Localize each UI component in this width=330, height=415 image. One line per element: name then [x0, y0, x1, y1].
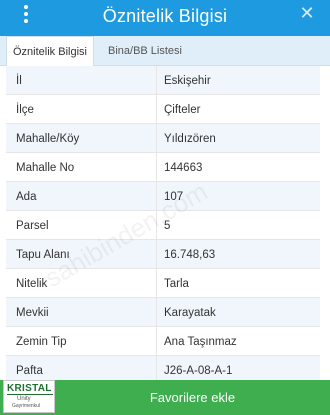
table-row: Parsel 5: [6, 211, 320, 240]
table-row: Mahalle No 144663: [6, 153, 320, 182]
row-value: J26-A-08-A-1: [164, 365, 233, 377]
table-row: Nitelik Tarla: [6, 269, 320, 298]
row-value: Karayatak: [164, 307, 216, 319]
table-row: Ada 107: [6, 182, 320, 211]
row-key: Parsel: [16, 220, 49, 232]
row-key: Tapu Alanı: [16, 249, 70, 261]
attribute-dialog: Öznitelik Bilgisi ✕ Öznitelik Bilgisi Bi…: [0, 0, 330, 415]
row-value: Yıldızören: [164, 133, 216, 145]
logo-line2: Unity: [17, 396, 31, 402]
logo-line1: KRISTAL: [7, 383, 52, 394]
logo-line3: Gayrimenkul: [12, 403, 41, 409]
row-value: 16.748,63: [164, 249, 216, 261]
table-row: Tapu Alanı 16.748,63: [6, 240, 320, 269]
row-key: Pafta: [16, 365, 43, 377]
tab-bar: Öznitelik Bilgisi Bina/BB Listesi: [0, 36, 330, 66]
row-key: Zemin Tip: [16, 336, 67, 348]
row-value: 107: [164, 191, 184, 203]
row-value: Çifteler: [164, 104, 201, 116]
add-favorites-button[interactable]: Favorilere ekle: [55, 380, 330, 415]
row-value: Eskişehir: [164, 75, 211, 87]
table-row: Zemin Tip Ana Taşınmaz: [6, 327, 320, 356]
dialog-titlebar: Öznitelik Bilgisi ✕: [0, 0, 330, 36]
row-value: 144663: [164, 162, 203, 174]
row-value: Tarla: [164, 278, 189, 290]
table-row: Mahalle/Köy Yıldızören: [6, 124, 320, 153]
row-key: Mevkii: [16, 307, 49, 319]
row-key: İlçe: [16, 104, 34, 116]
row-key: İl: [16, 75, 22, 87]
row-value: Ana Taşınmaz: [164, 336, 237, 348]
attribute-table: İl Eskişehir İlçe Çifteler Mahalle/Köy Y…: [6, 66, 320, 385]
row-key: Mahalle/Köy: [16, 133, 80, 145]
dialog-title: Öznitelik Bilgisi: [102, 6, 228, 26]
agency-logo: KRISTAL Unity Gayrimenkul: [3, 380, 55, 413]
table-row: Mevkii Karayatak: [6, 298, 320, 327]
table-row: İl Eskişehir: [6, 66, 320, 95]
tab-attribute-info[interactable]: Öznitelik Bilgisi: [6, 36, 94, 66]
row-value: 5: [164, 220, 171, 232]
close-icon[interactable]: ✕: [298, 4, 316, 22]
tab-building-list[interactable]: Bina/BB Listesi: [102, 36, 188, 66]
row-key: Nitelik: [16, 278, 48, 290]
table-row: İlçe Çifteler: [6, 95, 320, 124]
row-key: Ada: [16, 191, 37, 203]
row-key: Mahalle No: [16, 162, 75, 174]
